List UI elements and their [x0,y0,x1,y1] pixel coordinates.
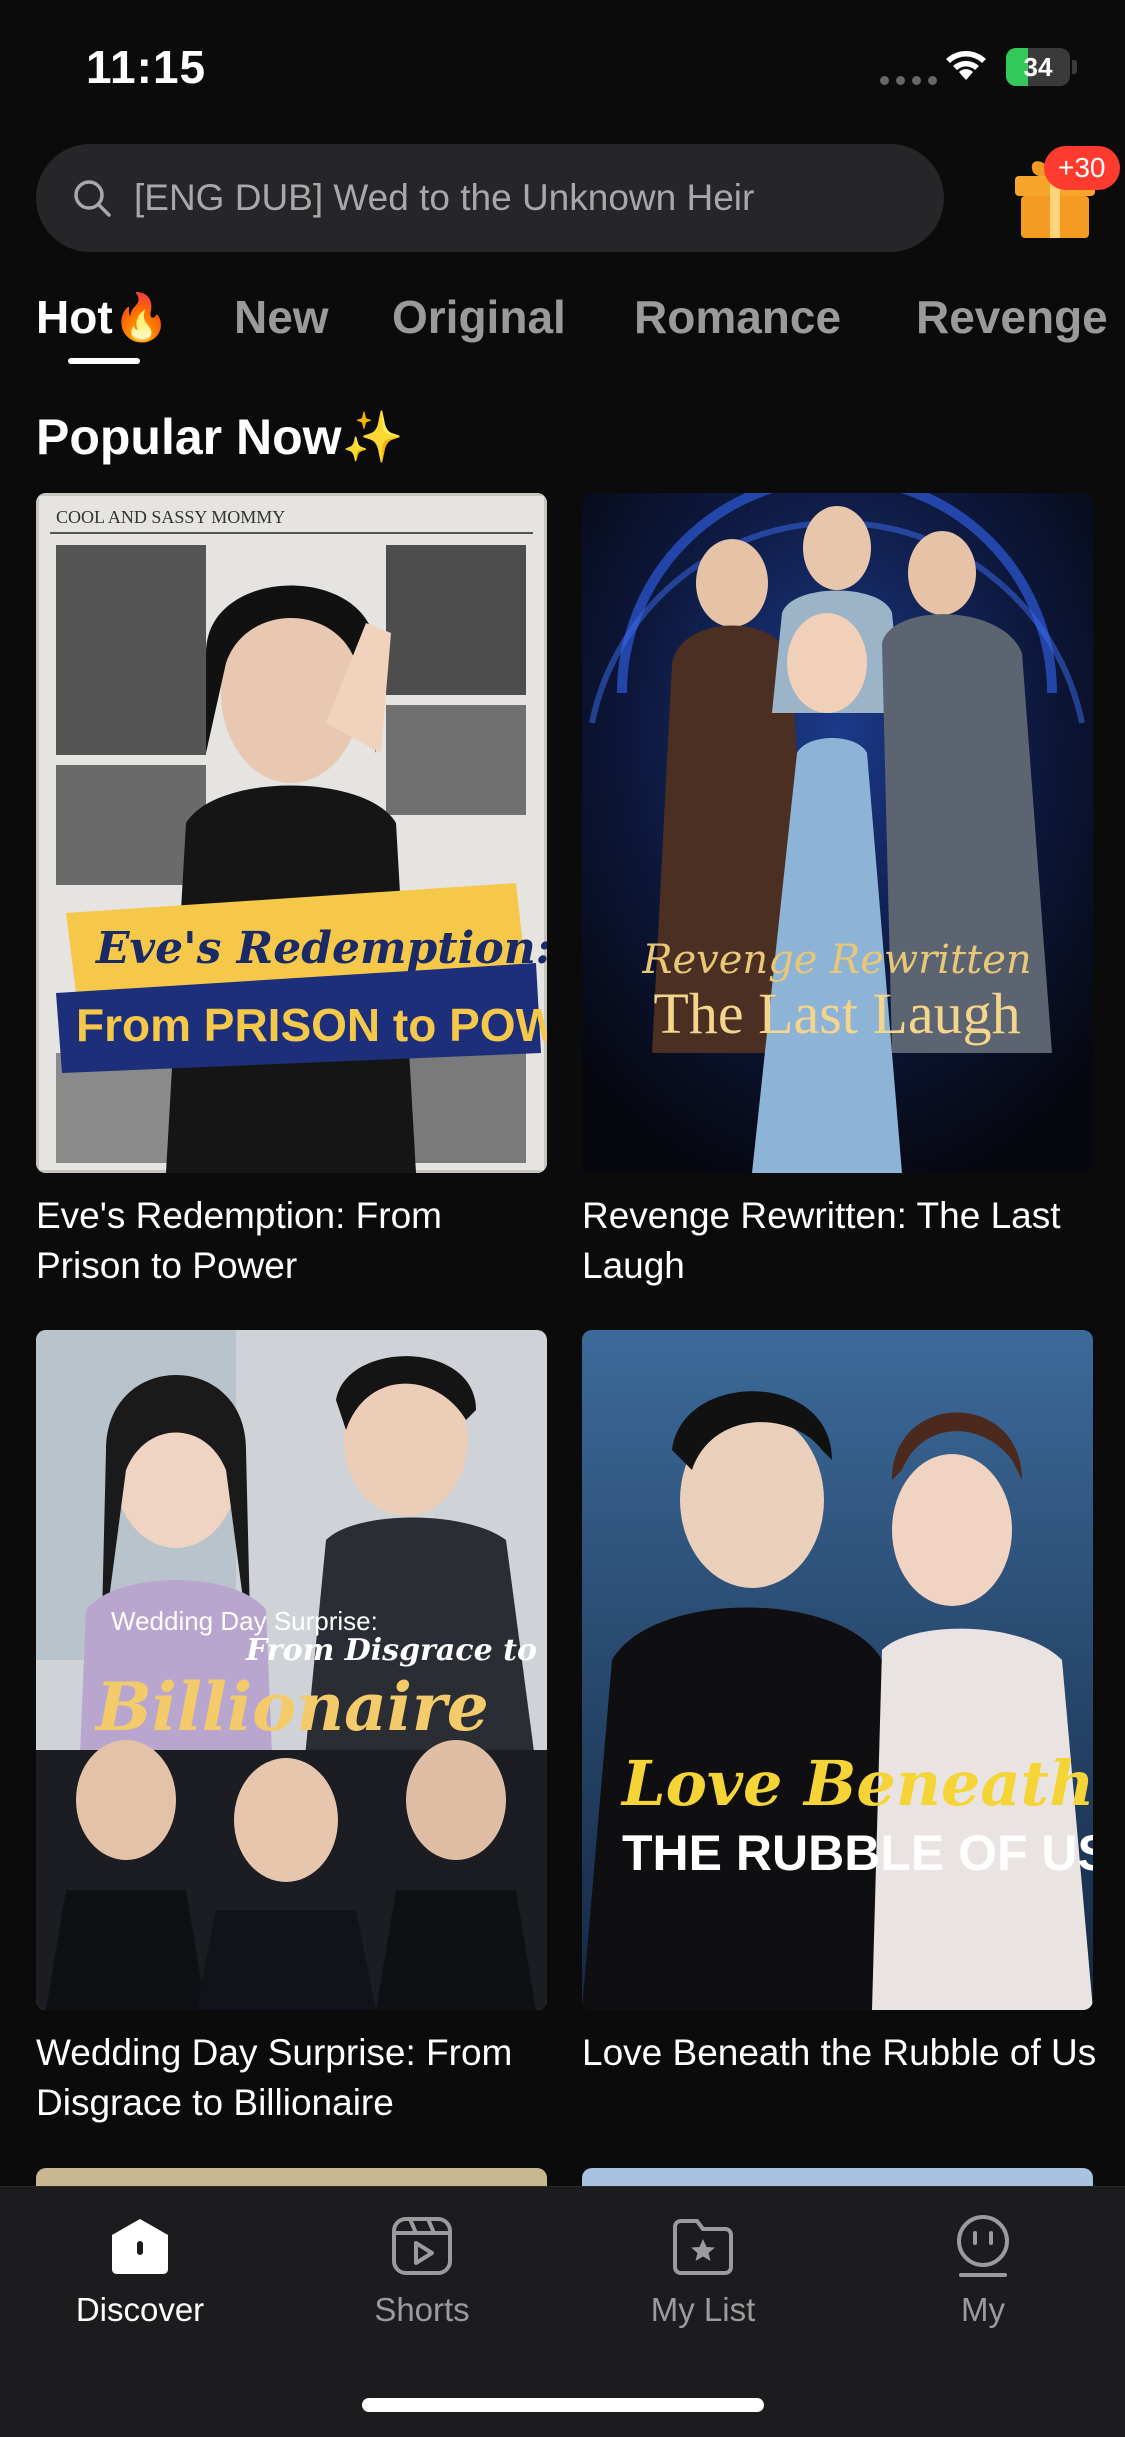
poster-line2: The Last Laugh [653,981,1020,1046]
tab-original[interactable]: Original [392,290,566,344]
battery-level: 34 [1023,52,1053,82]
nav-my[interactable]: My [863,2187,1103,2357]
poster-line1: Eve's Redemption: [94,923,547,974]
tab-new[interactable]: New [234,290,329,344]
poster-line2: From PRISON to POWER [76,999,547,1051]
my-icon [957,2215,1009,2277]
poster-line1: Wedding Day Surprise: [111,1606,378,1636]
card-title: Wedding Day Surprise: From Disgrace to B… [36,2032,513,2123]
shorts-icon [392,2217,452,2275]
poster-image: Love Beneath THE RUBBLE OF US [582,1330,1093,2010]
nav-label: Discover [75,2291,205,2328]
poster-line3: Billionaire [94,1668,489,1746]
poster-image: Wedding Day Surprise: From Disgrace to B… [36,1330,547,2010]
nav-discover[interactable]: Discover [20,2187,260,2357]
nav-my-list[interactable]: My List [583,2187,823,2357]
tab-revenge[interactable]: Revenge [916,290,1108,344]
status-bar: 11:15 34 [0,0,1125,140]
section-title: Popular Now✨ [36,409,404,465]
active-tab-indicator [68,358,140,364]
status-time: 11:15 [86,41,207,93]
nav-label: My List [650,2291,756,2328]
discover-icon [112,2219,168,2274]
search-bar[interactable]: [ENG DUB] Wed to the Unknown Heir [36,144,944,252]
category-tabs: Hot🔥 New Original Romance Revenge [36,290,1125,370]
tab-romance[interactable]: Romance [634,290,841,344]
tab-hot[interactable]: Hot🔥 [36,290,170,345]
poster-line1: Revenge Rewritten [641,937,1031,983]
wifi-icon [946,51,986,80]
battery-icon: 34 [1006,48,1078,86]
poster-line2: THE RUBBLE OF US [622,1825,1093,1881]
nav-label: Shorts [374,2291,470,2328]
card-title: Revenge Rewritten: The Last Laugh [582,1195,1061,1286]
my-list-icon [673,2219,733,2275]
poster-line1: Love Beneath [620,1747,1093,1820]
card-title: Love Beneath the Rubble of Us [582,2032,1097,2073]
gift-badge: +30 [1044,146,1120,190]
cellular-signal-icon [880,76,937,85]
poster-image: COOL AND SASSY MOMMY Eve's Redemption: F… [36,493,547,1173]
nav-label: My [961,2291,1005,2328]
card-title: Eve's Redemption: From Prison to Power [36,1195,442,1286]
nav-shorts[interactable]: Shorts [302,2187,542,2357]
poster-top-text: COOL AND SASSY MOMMY [56,507,285,527]
search-placeholder: [ENG DUB] Wed to the Unknown Heir [134,177,755,218]
home-indicator [362,2398,764,2412]
poster-image: Revenge Rewritten The Last Laugh [582,493,1093,1173]
search-icon [74,180,111,217]
poster-line2: From Disgrace to [245,1633,537,1668]
